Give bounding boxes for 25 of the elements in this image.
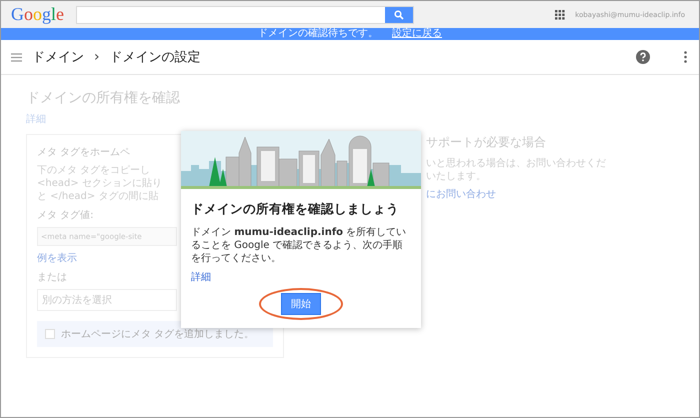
breadcrumb-separator: › [94,49,100,65]
menu-icon[interactable] [11,52,22,62]
meta-tag-label: メタ タグ値: [37,209,95,222]
breadcrumb-item[interactable]: ドメインの設定 [110,48,201,66]
back-to-settings-link[interactable]: 設定に戻る [392,28,442,40]
or-label: または [37,271,68,284]
banner-message: ドメインの確認待ちです。 [258,28,378,40]
contact-link[interactable]: にお問い合わせ [426,187,606,201]
apps-grid-icon[interactable] [555,10,566,20]
breadcrumb-item[interactable]: ドメイン [32,48,84,66]
checkbox-label: ホームページにメタ タグを追加しました。 [61,328,254,341]
dialog-message: ドメイン mumu-ideaclip.info を所有していることを Google で確認できるよう、次の手順を行ってください。 [191,226,408,265]
help-icon[interactable] [636,50,650,64]
search-field[interactable] [76,6,414,24]
card-heading: メタ タグをホームペ [37,146,132,159]
show-example-link[interactable]: 例を表示 [37,251,177,265]
google-logo[interactable]: Google [11,4,66,25]
search-button[interactable] [385,6,413,22]
more-options-icon[interactable] [684,51,687,63]
details-link[interactable]: 詳細 [26,112,46,126]
dialog-title: ドメインの所有権を確認しましょう [191,201,400,218]
start-button[interactable]: 開始 [281,293,321,315]
search-icon [394,10,404,20]
dialog-details-link[interactable]: 詳細 [191,270,211,284]
checkbox[interactable] [45,329,55,339]
